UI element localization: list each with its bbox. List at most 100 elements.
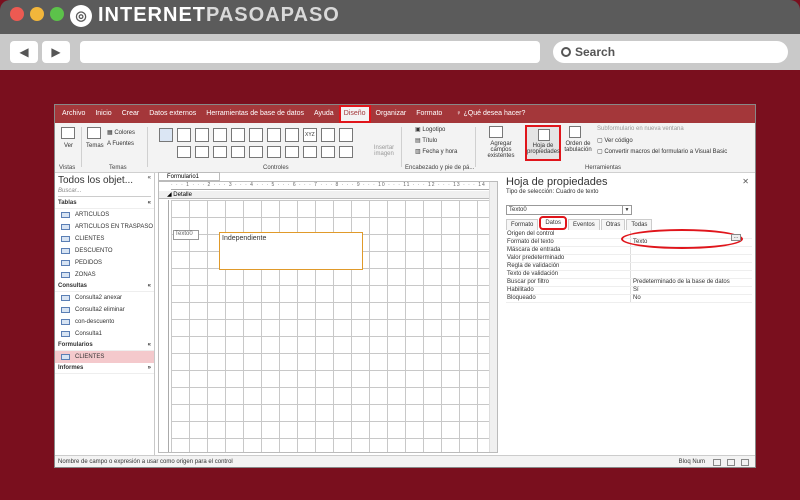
toggle-control-icon[interactable] [285,146,299,158]
tab-ayuda[interactable]: Ayuda [309,105,339,123]
tab-eventos-props[interactable]: Eventos [568,219,600,230]
logotipo-button[interactable]: ▣ Logotipo [415,126,445,133]
texto0-label[interactable]: Texto0 [173,230,199,240]
button-control-icon[interactable] [213,128,227,142]
nav-search-input[interactable]: Buscar... [58,188,151,197]
property-row[interactable]: Habilitado Sí [506,287,752,295]
select-pointer-icon[interactable] [159,128,173,142]
nav-group-informes[interactable]: Informes» [55,363,154,374]
nav-item[interactable]: con-descuento [55,316,154,328]
hoja-propiedades-button[interactable]: Hoja de propiedades [525,125,561,161]
close-pane-icon[interactable]: ✕ [742,177,749,186]
tab-inicio[interactable]: Inicio [90,105,116,123]
tab-formato[interactable]: Formato [411,105,447,123]
property-row[interactable]: Bloqueado No [506,295,752,303]
builder-button[interactable]: … [731,234,741,241]
list-box-icon[interactable] [195,146,209,158]
object-selector[interactable]: Texto0 ▼ [506,205,632,215]
design-view-icon[interactable] [741,459,749,466]
tab-organizar[interactable]: Organizar [371,105,412,123]
colores-button[interactable]: ▦ Colores [107,129,135,136]
tab-otras-props[interactable]: Otras [600,219,626,230]
independiente-textbox[interactable]: Independiente [219,232,363,270]
tab-diseno[interactable]: Diseño [338,105,371,123]
group-controles: Controles [263,165,289,171]
view-icon[interactable] [61,127,75,139]
address-bar[interactable] [80,41,540,63]
label-control-icon[interactable] [195,128,209,142]
tell-me-search[interactable]: ♀ ¿Qué desea hacer? [451,105,530,123]
nav-group-consultas[interactable]: Consultas « [55,281,154,292]
vertical-scrollbar[interactable] [489,182,497,452]
tab-todas-props[interactable]: Todas [626,219,653,230]
tab-order-icon[interactable] [569,126,581,138]
property-row[interactable]: Máscara de entrada [506,247,752,255]
tab-crear[interactable]: Crear [117,105,145,123]
temas-button[interactable]: Temas [86,143,104,149]
navigation-control-icon[interactable] [285,128,299,142]
combo-box-icon[interactable] [177,146,191,158]
form-document-tab[interactable]: Formulario1 [158,172,220,181]
agregar-campos-button[interactable]: Agregar campos existentes [479,141,523,159]
nav-group-tablas[interactable]: Tablas « [55,198,154,209]
line-control-icon[interactable] [213,146,227,158]
subformulario-button[interactable]: Subformulario en nueva ventana [597,126,684,132]
layout-view-icon[interactable] [727,459,735,466]
tab-archivo[interactable]: Archivo [57,105,90,123]
subform-control-icon[interactable] [303,146,317,158]
nav-item[interactable]: ARTICULOS [55,209,154,221]
lightbulb-icon: ♀ [456,110,462,117]
nav-item[interactable]: Consulta2 eliminar [55,304,154,316]
maximize-window-button[interactable] [50,7,64,21]
convertir-macros-button[interactable]: ▢ Convertir macros del formulario a Visu… [597,148,727,155]
nav-item[interactable]: ARTICULOS EN TRASPASO [55,221,154,233]
page-break-icon[interactable] [321,128,335,142]
property-row[interactable]: Texto de validación [506,271,752,279]
nav-item[interactable]: ZONAS [55,269,154,281]
add-fields-icon[interactable] [489,126,503,138]
titulo-button[interactable]: ▤ Título [415,137,437,144]
tab-formato-props[interactable]: Formato [506,219,539,230]
property-row[interactable]: Buscar por filtro Predeterminado de la ba… [506,279,752,287]
fuentes-button[interactable]: A Fuentes [107,141,134,147]
fecha-hora-button[interactable]: ▥ Fecha y hora [415,148,457,155]
tab-datos-externos[interactable]: Datos externos [144,105,201,123]
nav-item[interactable]: CLIENTES [55,233,154,245]
nav-item[interactable]: Consulta1 [55,328,154,340]
option-group-icon[interactable]: XYZ [303,128,317,142]
checkbox-control-icon[interactable] [339,128,353,142]
nav-item[interactable]: CLIENTES [55,351,154,363]
nav-group-formularios[interactable]: Formularios « [55,340,154,351]
orden-tabulacion-button[interactable]: Orden de tabulación [563,141,593,153]
back-button[interactable]: ◀ [10,41,38,63]
tab-control-icon[interactable] [231,128,245,142]
nav-item[interactable]: PEDIDOS [55,257,154,269]
close-window-button[interactable] [10,7,24,21]
collapse-icon[interactable]: « [148,175,151,181]
hyperlink-control-icon[interactable] [249,128,263,142]
web-browser-control-icon[interactable] [267,128,281,142]
property-row[interactable]: Regla de validación [506,263,752,271]
insertar-imagen-button[interactable]: Insertar imagen [371,145,397,157]
nav-pane-title[interactable]: Todos los objet... « [55,173,154,187]
radio-control-icon[interactable] [339,146,353,158]
forward-button[interactable]: ▶ [42,41,70,63]
themes-icon[interactable] [87,127,101,139]
detalle-section-bar[interactable]: ◢ Detalle [159,191,497,199]
form-view-icon[interactable] [713,459,721,466]
property-row[interactable]: Valor predeterminado [506,255,752,263]
nav-item[interactable]: DESCUENTO [55,245,154,257]
nav-item[interactable]: Consulta2 anexar [55,292,154,304]
textbox-control-icon[interactable] [177,128,191,142]
hoja-propiedades-label: Hoja de propiedades [527,143,561,155]
tab-datos-props[interactable]: Datos [539,216,568,230]
attachment-control-icon[interactable] [267,146,281,158]
rectangle-control-icon[interactable] [321,146,335,158]
image-control-icon[interactable] [231,146,245,158]
ver-button[interactable]: Ver [64,143,73,149]
chart-control-icon[interactable] [249,146,263,158]
minimize-window-button[interactable] [30,7,44,21]
search-input[interactable]: Search [553,41,788,63]
tab-herramientas-bd[interactable]: Herramientas de base de datos [201,105,309,123]
ver-codigo-button[interactable]: ▢ Ver código [597,137,633,144]
